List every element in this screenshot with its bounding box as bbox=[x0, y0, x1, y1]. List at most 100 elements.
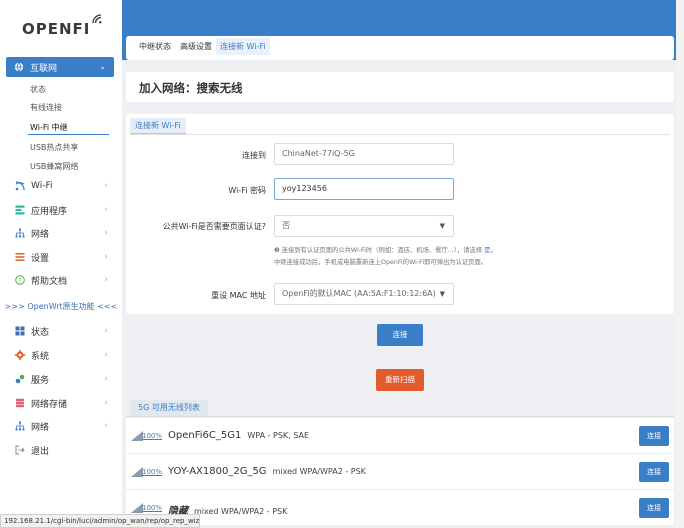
chevron-right-icon: › bbox=[104, 181, 108, 191]
chevron-right-icon: › bbox=[104, 252, 108, 262]
chevron-right-icon: › bbox=[104, 398, 108, 408]
apps-icon bbox=[14, 205, 25, 216]
list-item: 100% OpenFi6C_5G1 WPA - PSK, SAE 连接 bbox=[126, 417, 674, 453]
storage-icon bbox=[14, 398, 25, 409]
portal-auth-hint-2: 中继连接成功后，手机或电脑重新连上OpenFi的Wi-Fi即可弹出为认证页面。 bbox=[274, 259, 488, 266]
page-title: 加入网络：搜索无线 bbox=[139, 81, 243, 95]
portal-auth-label: 公共Wi-Fi是否需要页面认证? bbox=[162, 222, 266, 231]
chevron-right-icon: › bbox=[104, 228, 108, 238]
chevron-right-icon: › bbox=[104, 326, 108, 336]
caret-down-icon: ▼ bbox=[439, 290, 445, 298]
sidebar-item-label: 网络 bbox=[31, 422, 50, 433]
sidebar-item-wifi[interactable]: Wi-Fi › bbox=[14, 178, 114, 194]
portal-auth-select[interactable]: 否 ▼ bbox=[274, 215, 454, 237]
portal-auth-hint: ❷ 连接到有认证页面的公共Wi-Fi时（例如：酒店、机场、餐厅...），请选择 … bbox=[274, 245, 497, 254]
chevron-right-icon: › bbox=[104, 374, 108, 384]
rescan-button[interactable]: 重新扫描 bbox=[376, 369, 424, 391]
wifi-list-tab[interactable]: 5G 可用无线列表 bbox=[130, 400, 208, 416]
settings-list-icon bbox=[14, 252, 25, 263]
portal-auth-value: 否 bbox=[282, 221, 290, 230]
form-section-tab[interactable]: 连接新 Wi-Fi bbox=[130, 118, 186, 134]
sidebar-item-label: 状态 bbox=[31, 327, 50, 338]
connect-to-label: 连接到 bbox=[242, 151, 266, 160]
gear-icon bbox=[14, 350, 25, 361]
chevron-right-icon: › bbox=[104, 421, 108, 431]
page-scrollbar[interactable] bbox=[676, 0, 684, 528]
sidebar-item-network[interactable]: 网络 › bbox=[14, 225, 114, 241]
signal-percent: 100% bbox=[142, 432, 163, 440]
sidebar-item-native-storage[interactable]: 网络存储 › bbox=[14, 395, 114, 411]
sidebar-sub-wifi-repeater[interactable]: Wi-Fi 中继 bbox=[30, 122, 68, 133]
sidebar-sub-usb-cellular[interactable]: USB蜂窝网络 bbox=[30, 161, 78, 172]
tab-bar: 中继状态 高级设置 连接新 Wi-Fi bbox=[126, 36, 674, 60]
sidebar-item-native-status[interactable]: 状态 › bbox=[14, 323, 114, 339]
network-encryption: mixed WPA/WPA2 - PSK bbox=[194, 507, 288, 516]
network-ssid: OpenFi6C_5G1 WPA - PSK, SAE bbox=[168, 430, 309, 441]
mac-reset-label: 重设 MAC 地址 bbox=[211, 291, 266, 300]
sidebar-item-native-services[interactable]: 服务 › bbox=[14, 371, 114, 387]
services-icon bbox=[14, 374, 25, 385]
connect-network-button[interactable]: 连接 bbox=[639, 462, 669, 482]
list-item: 100% 隐藏 mixed WPA/WPA2 - PSK 连接 bbox=[126, 489, 674, 525]
sidebar-item-native-network[interactable]: 网络 › bbox=[14, 418, 114, 434]
sidebar-sub-status[interactable]: 状态 bbox=[30, 84, 46, 95]
password-value: yoy123456 bbox=[282, 184, 327, 193]
help-icon: ? bbox=[14, 275, 25, 286]
chevron-right-icon: › bbox=[104, 350, 108, 360]
connect-to-field[interactable]: ChinaNet-77iQ-5G bbox=[274, 143, 454, 165]
connect-form: 连接新 Wi-Fi 连接到 ChinaNet-77iQ-5G Wi-Fi 密码 … bbox=[126, 114, 674, 314]
sidebar-item-native-system[interactable]: 系统 › bbox=[14, 347, 114, 363]
connect-network-button[interactable]: 连接 bbox=[639, 498, 669, 518]
sidebar-item-label: 网络存储 bbox=[31, 399, 68, 410]
network-icon bbox=[14, 421, 25, 432]
sidebar-sub-wired[interactable]: 有线连接 bbox=[30, 102, 62, 113]
signal-percent: 100% bbox=[142, 468, 163, 476]
tab-advanced-settings[interactable]: 高级设置 bbox=[180, 41, 212, 52]
sidebar-item-label: 退出 bbox=[31, 446, 50, 457]
divider bbox=[130, 134, 670, 135]
sidebar: OPENFI 互联网 ⌄ 状态 有线连接 Wi-Fi 中继 USB热点共享 US… bbox=[0, 0, 122, 528]
sidebar-item-label: 帮助文档 bbox=[31, 276, 68, 287]
logo-text: OPENFI bbox=[22, 20, 91, 38]
status-grid-icon bbox=[14, 326, 25, 337]
sidebar-item-label: 应用程序 bbox=[31, 206, 68, 217]
network-icon bbox=[14, 228, 25, 239]
sidebar-item-label: 服务 bbox=[31, 375, 50, 386]
hint-text-end: 。 bbox=[490, 247, 497, 254]
sidebar-item-label: Wi-Fi bbox=[31, 181, 53, 191]
native-features-divider: >>> OpenWrt原生功能 <<< bbox=[4, 302, 118, 311]
sidebar-item-label: 设置 bbox=[31, 253, 50, 264]
password-label: Wi-Fi 密码 bbox=[228, 186, 266, 195]
sidebar-item-internet[interactable]: 互联网 ⌄ bbox=[6, 57, 114, 77]
password-input[interactable]: yoy123456 bbox=[274, 178, 454, 200]
tab-connect-new-wifi[interactable]: 连接新 Wi-Fi bbox=[216, 38, 270, 55]
network-ssid: YOY-AX1800_2G_5G mixed WPA/WPA2 - PSK bbox=[168, 466, 366, 477]
mac-reset-select[interactable]: OpenFi的默认MAC (AA:5A:F1:10:12:6A) ▼ bbox=[274, 283, 454, 305]
ssid-text: OpenFi6C_5G1 bbox=[168, 430, 242, 441]
sidebar-item-label: 网络 bbox=[31, 229, 50, 240]
sidebar-item-label: 互联网 bbox=[30, 63, 58, 74]
connect-button[interactable]: 连接 bbox=[377, 324, 423, 346]
globe-icon bbox=[14, 62, 24, 72]
wifi-icon bbox=[14, 181, 25, 192]
sidebar-item-apps[interactable]: 应用程序 › bbox=[14, 202, 114, 218]
sidebar-item-settings[interactable]: 设置 › bbox=[14, 249, 114, 265]
logo-wifi-icon bbox=[92, 14, 102, 24]
active-sub-underline bbox=[28, 134, 109, 135]
signal-percent: 100% bbox=[142, 504, 163, 512]
ssid-text: YOY-AX1800_2G_5G bbox=[168, 466, 267, 477]
sidebar-item-logout[interactable]: 退出 bbox=[14, 442, 114, 458]
browser-status-url: 192.168.21.1/cgi-bin/luci/admin/op_wan/r… bbox=[0, 514, 200, 528]
chevron-right-icon: › bbox=[104, 275, 108, 285]
sidebar-sub-usb-tether[interactable]: USB热点共享 bbox=[30, 142, 78, 153]
tab-repeater-status[interactable]: 中继状态 bbox=[139, 41, 171, 52]
hint-text: ❷ 连接到有认证页面的公共Wi-Fi时（例如：酒店、机场、餐厅...），请选择 bbox=[274, 247, 483, 254]
network-encryption: WPA - PSK, SAE bbox=[247, 431, 309, 440]
sidebar-item-help[interactable]: ? 帮助文档 › bbox=[14, 272, 114, 288]
network-encryption: mixed WPA/WPA2 - PSK bbox=[272, 467, 366, 476]
page-title-card: 加入网络：搜索无线 bbox=[126, 72, 674, 102]
sidebar-item-label: 系统 bbox=[31, 351, 50, 362]
chevron-right-icon: › bbox=[104, 205, 108, 215]
mac-reset-value: OpenFi的默认MAC (AA:5A:F1:10:12:6A) bbox=[282, 289, 436, 298]
connect-network-button[interactable]: 连接 bbox=[639, 426, 669, 446]
